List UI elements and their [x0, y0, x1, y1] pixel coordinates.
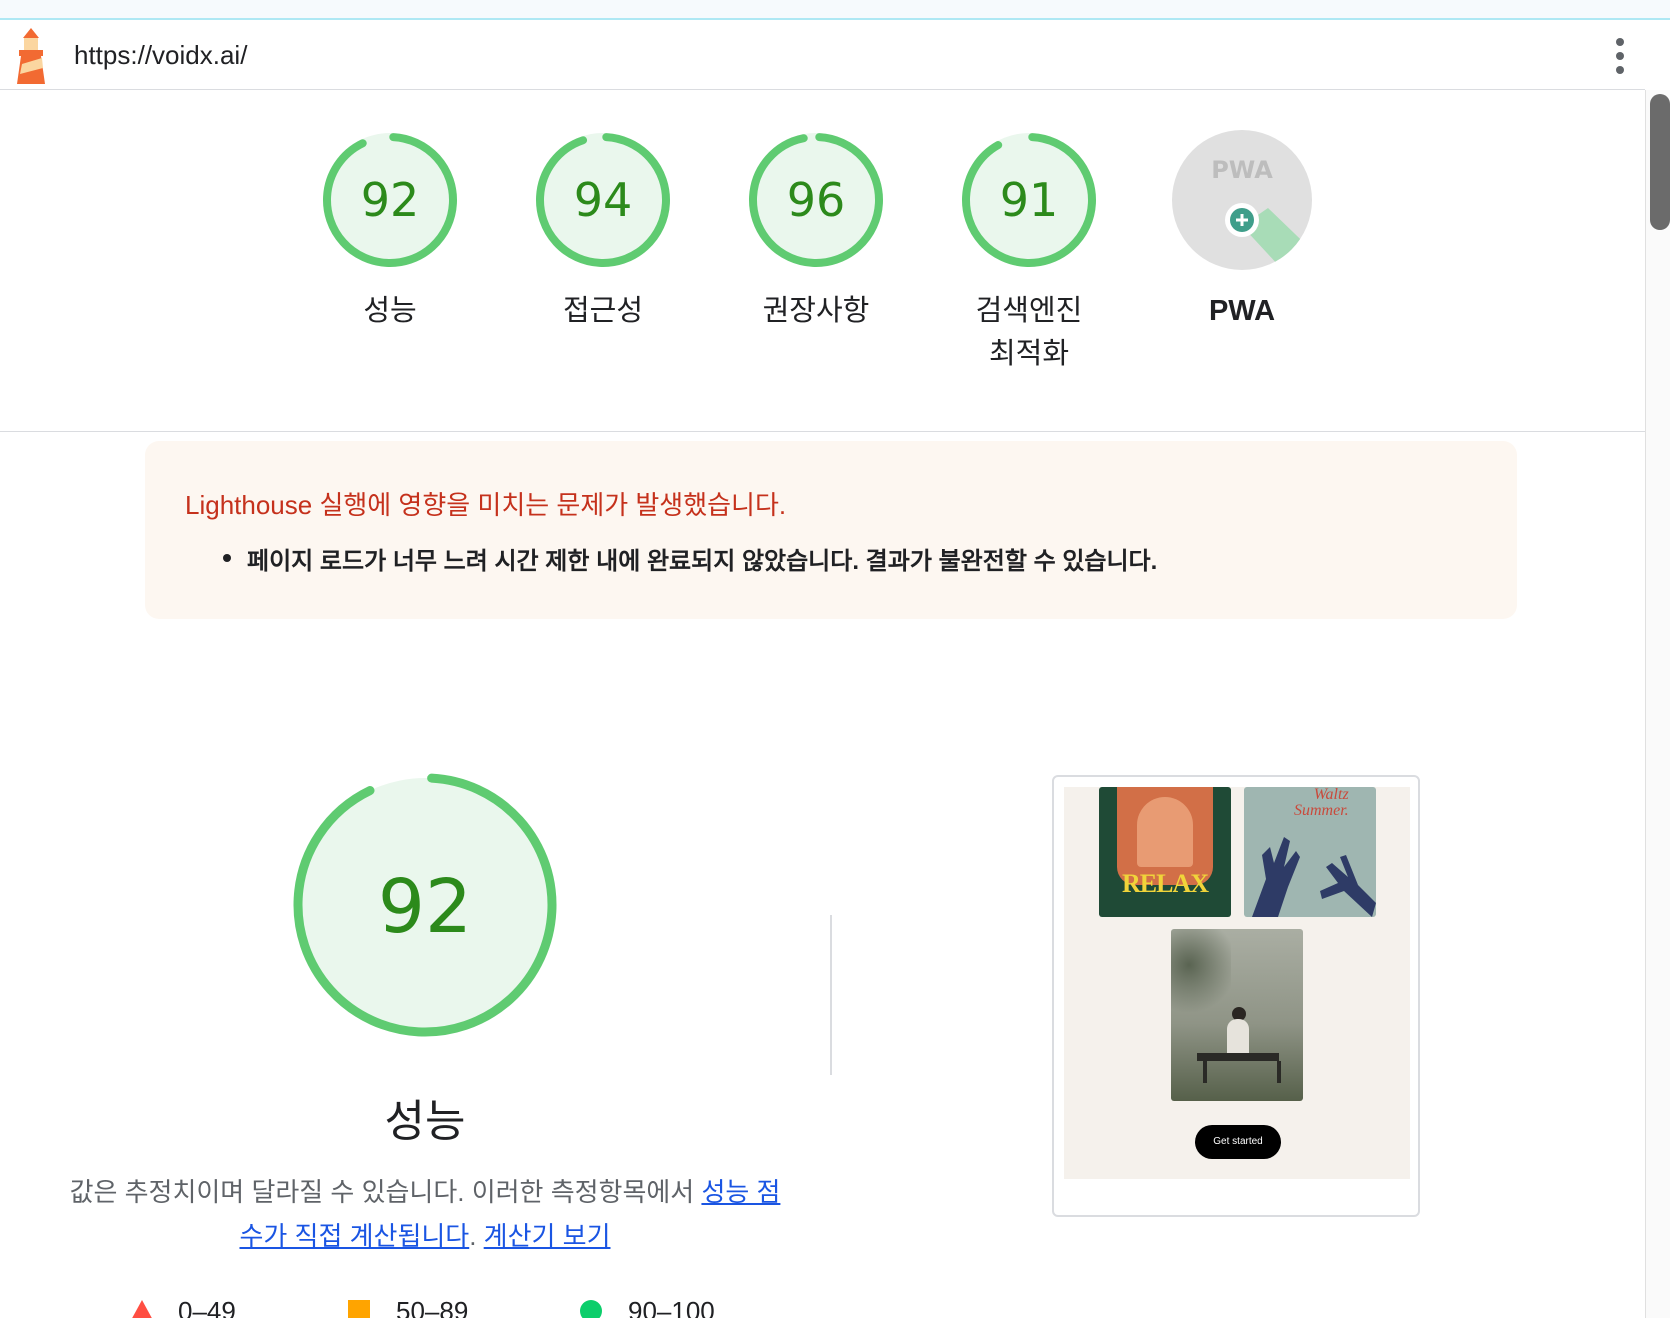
pass-circle-icon [580, 1300, 602, 1318]
browser-tab-strip [0, 0, 1670, 20]
final-screenshot[interactable]: RELAX Waltz Summer. Get started [1052, 775, 1420, 1217]
gauge-score: 91 [1000, 173, 1059, 227]
gauge-score: 92 [361, 173, 420, 227]
legend-average: 50–89 [348, 1298, 468, 1318]
gauge-accessibility[interactable]: 94 접근성 [503, 130, 703, 333]
gauge-seo[interactable]: 91 검색엔진 최적화 [929, 130, 1129, 376]
pwa-badge-text: PWA [1211, 156, 1273, 184]
poster-relax: RELAX [1099, 787, 1231, 917]
performance-gauge: 92 [293, 773, 557, 1037]
gauge-label: PWA [1208, 295, 1276, 327]
poster-mist [1171, 929, 1303, 1101]
legend-range: 90–100 [628, 1298, 715, 1318]
gauge-label: 권장사항 [762, 295, 870, 327]
scrollbar-thumb[interactable] [1650, 94, 1670, 230]
pwa-badge-icon: PWA [1172, 130, 1312, 270]
poster-waltz-text: Waltz Summer. [1294, 787, 1349, 819]
calculator-link[interactable]: 계산기 보기 [484, 1221, 611, 1251]
warning-title: Lighthouse 실행에 영향을 미치는 문제가 발생했습니다. [185, 490, 787, 520]
screenshot-canvas: RELAX Waltz Summer. Get started [1064, 787, 1410, 1179]
gauge-label: 검색엔진 최적화 [975, 295, 1083, 370]
gauge-ring: 96 [749, 133, 883, 267]
performance-description: 값은 추정치이며 달라질 수 있습니다. 이러한 측정항목에서 성능 점수가 직… [60, 1170, 790, 1258]
legend-pass: 90–100 [580, 1298, 715, 1318]
legend-fail: 0–49 [130, 1298, 236, 1318]
gauge-label: 접근성 [562, 295, 644, 327]
performance-score: 92 [378, 864, 472, 950]
gauge-best-practices[interactable]: 96 권장사항 [716, 130, 916, 333]
desc-text: 값은 추정치이며 달라질 수 있습니다. 이러한 측정항목에서 [69, 1177, 702, 1207]
poster-relax-text: RELAX [1121, 869, 1209, 898]
gauge-label: 성능 [363, 295, 417, 327]
kebab-menu-icon[interactable] [1600, 34, 1640, 78]
section-divider [830, 915, 832, 1075]
legend-range: 0–49 [178, 1298, 236, 1318]
runtime-warning: Lighthouse 실행에 영향을 미치는 문제가 발생했습니다. 페이지 로… [145, 441, 1517, 619]
warning-item: 페이지 로드가 너무 느려 시간 제한 내에 완료되지 않았습니다. 결과가 불… [222, 541, 1157, 576]
gauge-score: 94 [574, 173, 633, 227]
gauge-pwa[interactable]: PWA PWA [1142, 130, 1342, 333]
fail-triangle-icon [132, 1300, 152, 1318]
poster-waltz: Waltz Summer. [1244, 787, 1376, 917]
page-url: https://voidx.ai/ [74, 40, 248, 70]
lighthouse-icon [17, 28, 45, 84]
average-square-icon [348, 1300, 370, 1318]
performance-title: 성능 [384, 1097, 466, 1146]
legend-range: 50–89 [396, 1298, 469, 1318]
get-started-button[interactable]: Get started [1195, 1125, 1281, 1159]
desc-separator: . [469, 1221, 484, 1251]
gauge-ring: 94 [536, 133, 670, 267]
gauge-performance[interactable]: 92 성능 [290, 130, 490, 333]
score-gauges: 92 성능 94 접근성 96 권장사항 91 검색엔진 최적화 PWA PWA [0, 90, 1645, 432]
gauge-score: 96 [787, 173, 846, 227]
vertical-scrollbar[interactable] [1645, 90, 1670, 1318]
report-header: https://voidx.ai/ [0, 20, 1645, 90]
score-legend: 0–49 50–89 90–100 [130, 1298, 830, 1318]
gauge-ring: 92 [323, 133, 457, 267]
hands-illustration [1252, 837, 1376, 917]
gauge-ring: 91 [962, 133, 1096, 267]
